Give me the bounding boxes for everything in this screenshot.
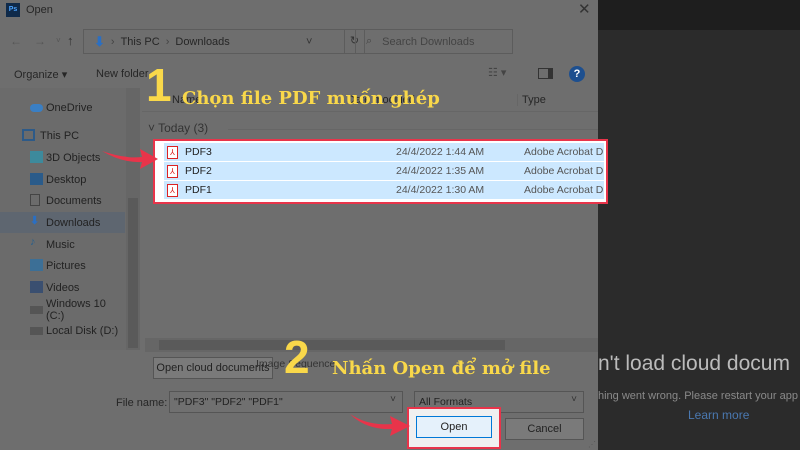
up-icon[interactable]: ↑ <box>67 33 74 48</box>
app-topbar <box>598 0 800 30</box>
background-app: n't load cloud docum hing went wrong. Pl… <box>598 0 800 450</box>
sidebar-item-music[interactable]: ♪ Music <box>0 234 125 255</box>
dialog-title: Open <box>26 4 53 16</box>
open-cloud-documents-button[interactable]: Open cloud documents <box>153 357 273 379</box>
chevron-down-icon[interactable]: ˅ <box>306 36 312 48</box>
close-icon[interactable]: ✕ <box>578 0 591 18</box>
address-bar[interactable]: ⬇ › This PC › Downloads ˅ <box>83 29 345 54</box>
help-icon[interactable]: ? <box>569 66 585 82</box>
step2-number: 2 <box>284 331 310 383</box>
desktop-icon <box>30 173 43 185</box>
drive-icon <box>30 306 43 314</box>
view-options-icon[interactable]: ☷ ▾ <box>488 66 506 79</box>
search-input[interactable]: Search Downloads <box>382 36 474 48</box>
video-icon <box>30 281 43 293</box>
step2-label: Nhấn Open để mở file <box>332 358 551 379</box>
download-icon: ⬇ <box>30 215 40 227</box>
breadcrumb-this-pc[interactable]: This PC <box>121 36 160 48</box>
sidebar-item-local-disk-d[interactable]: Local Disk (D:) <box>0 320 125 341</box>
resize-grip-icon[interactable]: ⋰ <box>588 440 596 449</box>
arrow-icon <box>350 414 410 436</box>
sidebar-item-windows-c[interactable]: Windows 10 (C:) <box>0 298 125 322</box>
forward-icon[interactable]: → <box>34 34 46 48</box>
sidebar-item-downloads[interactable]: ⬇ Downloads <box>0 212 125 233</box>
sidebar-item-documents[interactable]: Documents <box>0 190 125 211</box>
drive-icon <box>30 327 43 335</box>
error-message: hing went wrong. Please restart your app <box>598 390 798 402</box>
highlight-box-open <box>407 407 501 449</box>
learn-more-link[interactable]: Learn more <box>688 408 749 422</box>
step1-number: 1 <box>146 59 172 111</box>
column-type[interactable]: Type <box>517 94 546 106</box>
arrow-icon <box>102 149 158 169</box>
cube-icon <box>30 151 43 163</box>
error-heading: n't load cloud docum <box>598 352 790 375</box>
horizontal-scrollbar[interactable] <box>145 338 598 352</box>
picture-icon <box>30 259 43 271</box>
sidebar-item-pictures[interactable]: Pictures <box>0 255 125 276</box>
sidebar-item-videos[interactable]: Videos <box>0 277 125 298</box>
preview-pane-icon[interactable] <box>538 68 553 79</box>
photoshop-app-icon: Ps <box>6 3 20 17</box>
music-icon: ♪ <box>30 236 36 248</box>
organize-menu[interactable]: Organize ▾ <box>14 68 67 81</box>
highlight-box-files <box>153 139 608 204</box>
group-today[interactable]: ˅ Today (3) <box>148 121 208 135</box>
download-icon: ⬇ <box>94 33 105 49</box>
cloud-icon <box>30 104 43 112</box>
document-icon <box>30 194 40 206</box>
file-name-label: File name: <box>116 397 168 409</box>
sidebar-scrollbar[interactable] <box>126 88 140 350</box>
search-icon: ⌕ <box>366 35 373 47</box>
breadcrumb-downloads[interactable]: Downloads <box>175 36 229 48</box>
cancel-button[interactable]: Cancel <box>505 418 584 440</box>
search-box[interactable]: ⌕ Search Downloads <box>355 29 513 54</box>
sidebar-item-onedrive[interactable]: OneDrive <box>0 97 125 118</box>
computer-icon <box>22 129 35 141</box>
step1-label: Chọn file PDF muốn ghép <box>182 88 440 109</box>
back-icon[interactable]: ← <box>10 34 22 48</box>
new-folder-button[interactable]: New folder <box>96 68 149 80</box>
recent-dropdown-icon[interactable]: ˅ <box>56 36 61 45</box>
sidebar-item-this-pc[interactable]: This PC <box>0 125 125 146</box>
